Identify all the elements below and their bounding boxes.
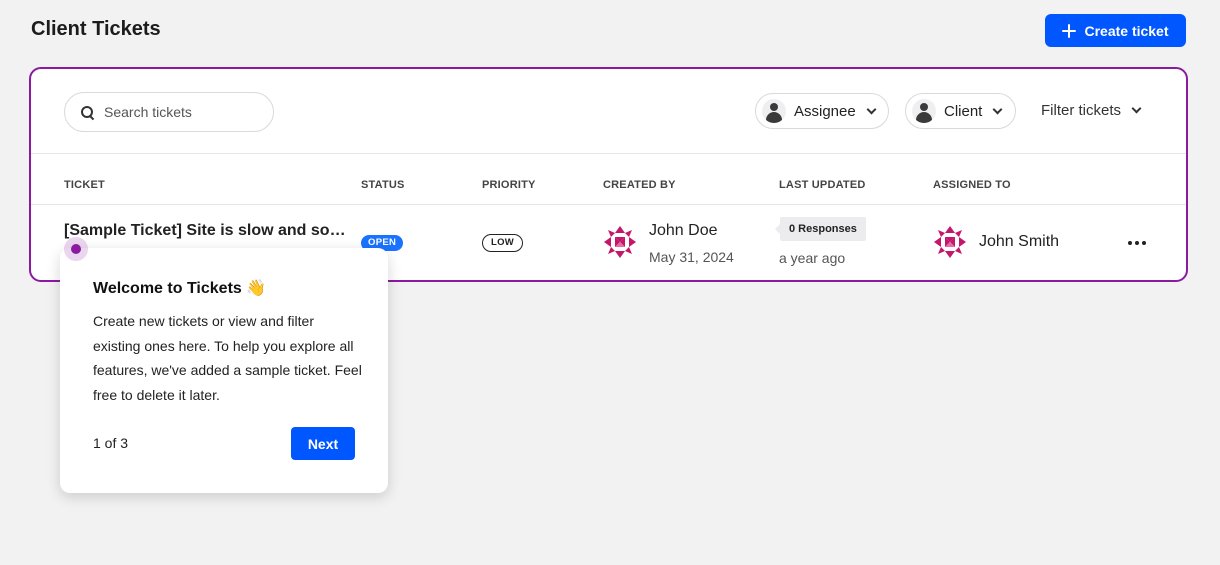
tour-popover: Welcome to Tickets 👋 Create new tickets … <box>60 248 388 493</box>
filter-tickets-label: Filter tickets <box>1041 102 1122 119</box>
ticket-title-link[interactable]: [Sample Ticket] Site is slow and sometim… <box>64 222 354 240</box>
tour-beacon[interactable] <box>64 237 88 261</box>
create-ticket-label: Create ticket <box>1084 22 1169 39</box>
user-icon <box>762 99 786 123</box>
client-filter-label: Client <box>944 102 983 120</box>
more-dot-icon <box>1128 241 1132 245</box>
column-header-last-updated: LAST UPDATED <box>779 179 866 191</box>
creator-name: John Doe <box>649 222 718 239</box>
chevron-down-icon <box>992 104 1003 114</box>
divider <box>31 204 1186 205</box>
tour-step-counter: 1 of 3 <box>93 435 129 451</box>
column-header-ticket: TICKET <box>64 179 105 191</box>
last-updated-text: a year ago <box>779 250 846 266</box>
tour-next-button[interactable]: Next <box>291 427 355 460</box>
assignee-name: John Smith <box>979 233 1060 250</box>
assignee-avatar <box>932 224 968 260</box>
responses-badge: 0 Responses <box>775 217 866 241</box>
filter-tickets-dropdown[interactable]: Filter tickets <box>1041 102 1142 119</box>
assignee-filter-label: Assignee <box>794 102 856 120</box>
column-header-priority: PRIORITY <box>482 179 536 191</box>
search-input[interactable] <box>104 104 254 120</box>
more-dot-icon <box>1135 241 1139 245</box>
chevron-down-icon <box>866 104 877 114</box>
more-dot-icon <box>1142 241 1146 245</box>
column-header-created-by: CREATED BY <box>603 179 676 191</box>
creator-avatar <box>602 224 638 260</box>
create-ticket-button[interactable]: Create ticket <box>1045 14 1186 47</box>
column-header-assigned-to: ASSIGNED TO <box>933 179 1011 191</box>
tour-title: Welcome to Tickets 👋 <box>93 280 267 297</box>
client-filter[interactable]: Client <box>905 93 1016 129</box>
priority-badge: LOW <box>482 234 524 252</box>
plus-icon <box>1062 23 1077 38</box>
page-title: Client Tickets <box>31 18 161 40</box>
created-date: May 31, 2024 <box>649 249 734 265</box>
more-options-button[interactable] <box>1127 233 1147 253</box>
user-icon <box>912 99 936 123</box>
tour-body: Create new tickets or view and filter ex… <box>93 313 362 403</box>
assignee-filter[interactable]: Assignee <box>755 93 889 129</box>
column-header-status: STATUS <box>361 179 405 191</box>
search-icon <box>81 105 94 119</box>
divider <box>31 153 1186 154</box>
search-box[interactable] <box>64 92 274 132</box>
chevron-down-icon <box>1131 103 1142 114</box>
